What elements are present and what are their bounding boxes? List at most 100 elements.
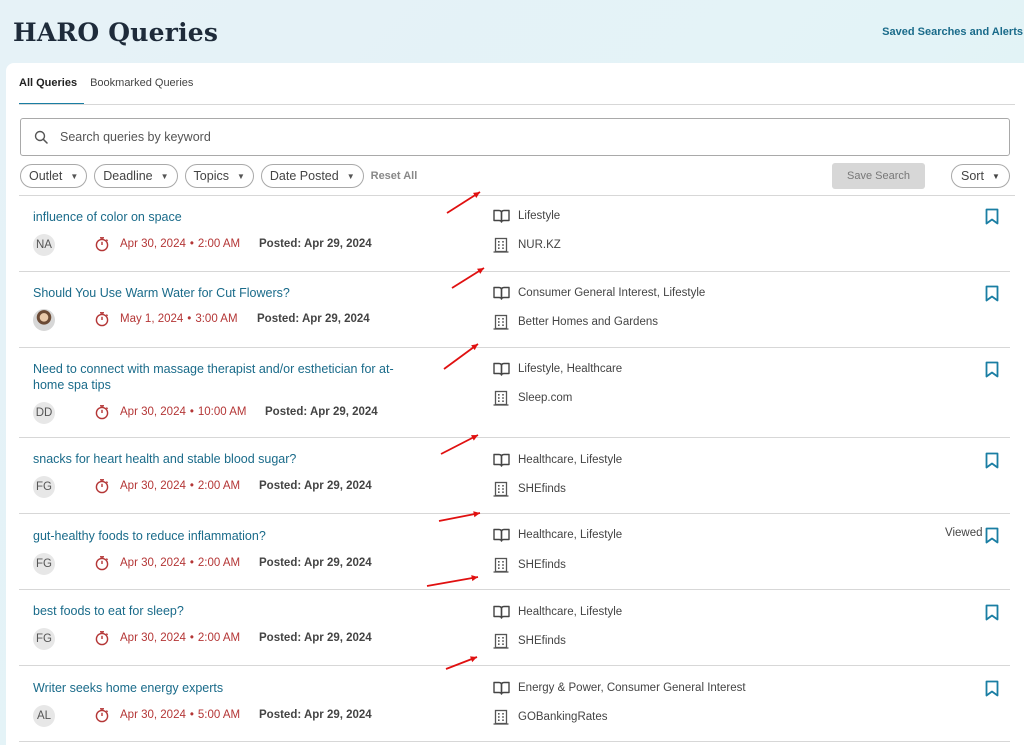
outlet-filter[interactable]: Outlet ▼ [20, 164, 88, 188]
posted-date: Posted: Apr 29, 2024 [265, 406, 378, 418]
annotation-arrow [419, 569, 486, 594]
chevron-down-icon: ▼ [160, 171, 169, 181]
posted-date: Posted: Apr 29, 2024 [259, 709, 372, 721]
query-outlet: GOBankingRates [518, 711, 608, 723]
deadline-text: May 1, 2024 • 3:00 AM [120, 313, 238, 325]
query-topics: Lifestyle, Healthcare [518, 363, 623, 375]
deadline-date: Apr 30, 2024 [120, 238, 186, 250]
query-row: influence of color on space NA Apr 30, 202… [19, 196, 1010, 272]
date-posted-filter-label: Date Posted [269, 169, 339, 183]
query-title-link[interactable]: gut-healthy foods to reduce inflammation… [33, 528, 413, 544]
filter-bar: Outlet ▼ Deadline ▼ Topics ▼ Date Posted ▼ R… [20, 164, 417, 188]
annotation-arrow [439, 184, 488, 221]
query-outlet: NUR.KZ [518, 239, 561, 251]
date-posted-filter[interactable]: Date Posted ▼ [260, 164, 364, 188]
deadline-date: Apr 30, 2024 [120, 406, 186, 418]
query-topics: Healthcare, Lifestyle [518, 606, 623, 618]
query-outlet: SHEfinds [518, 559, 566, 571]
outlet-filter-label: Outlet [29, 169, 63, 183]
chevron-down-icon: ▼ [70, 171, 79, 181]
query-row: best foods to eat for sleep? FG Apr 30, 20… [19, 590, 1010, 666]
building-icon [493, 481, 509, 497]
bookmark-icon[interactable] [985, 527, 999, 544]
bookmark-icon[interactable] [985, 604, 999, 621]
chevron-down-icon: ▼ [236, 171, 245, 181]
timer-icon [94, 630, 110, 646]
query-title-link[interactable]: snacks for heart health and stable blood… [33, 451, 413, 467]
timer-icon [94, 555, 110, 571]
bookmark-icon[interactable] [985, 680, 999, 697]
annotation-arrow [436, 336, 486, 377]
chevron-down-icon: ▼ [991, 171, 1000, 181]
bookmark-icon[interactable] [985, 361, 999, 378]
timer-icon [94, 707, 110, 723]
book-icon [493, 209, 510, 223]
book-icon [493, 453, 510, 467]
sort-dropdown[interactable]: Sort ▼ [951, 164, 1010, 188]
query-title-link[interactable]: Writer seeks home energy experts [33, 680, 413, 696]
separator-dot: • [189, 709, 194, 721]
query-outlet: Better Homes and Gardens [518, 316, 658, 328]
annotation-arrow [438, 649, 485, 677]
separator-dot: • [189, 480, 194, 492]
search-input[interactable] [60, 130, 960, 144]
timer-icon [94, 478, 110, 494]
bookmark-icon[interactable] [985, 285, 999, 302]
sort-label: Sort [961, 169, 984, 183]
building-icon [493, 557, 509, 573]
separator-dot: • [189, 406, 194, 418]
timer-icon [94, 404, 110, 420]
deadline-text: Apr 30, 2024 • 5:00 AM [120, 709, 240, 721]
viewed-label: Viewed [945, 527, 983, 539]
query-row: snacks for heart health and stable blood… [19, 438, 1010, 514]
query-topics: Energy & Power, Consumer General Interes… [518, 682, 746, 694]
timer-icon [94, 311, 110, 327]
saved-searches-link[interactable]: Saved Searches and Alerts [882, 26, 1023, 38]
deadline-date: Apr 30, 2024 [120, 480, 186, 492]
deadline-time: 2:00 AM [197, 557, 241, 569]
deadline-date: Apr 30, 2024 [120, 709, 186, 721]
separator-dot: • [189, 238, 194, 250]
deadline-text: Apr 30, 2024 • 2:00 AM [120, 557, 240, 569]
query-title-link[interactable]: Need to connect with massage therapist a… [33, 361, 413, 393]
topics-filter[interactable]: Topics ▼ [184, 164, 254, 188]
tab-all-queries[interactable]: All Queries [19, 76, 85, 105]
query-title-link[interactable]: Should You Use Warm Water for Cut Flower… [33, 285, 413, 301]
deadline-time: 2:00 AM [197, 632, 241, 644]
query-row: Need to connect with massage therapist a… [19, 348, 1010, 438]
query-outlet: Sleep.com [518, 392, 573, 404]
search-box[interactable] [20, 118, 1010, 156]
query-topics: Consumer General Interest, Lifestyle [518, 287, 706, 299]
annotation-arrow [444, 260, 492, 296]
avatar: NA [33, 234, 55, 256]
tabs-divider [19, 104, 1015, 105]
deadline-filter-label: Deadline [103, 169, 153, 183]
tab-bookmarked-queries[interactable]: Bookmarked Queries [90, 76, 200, 105]
query-topics: Lifestyle [518, 210, 561, 222]
page-title: HARO Queries [13, 18, 219, 47]
deadline-text: Apr 30, 2024 • 10:00 AM [120, 406, 246, 418]
deadline-text: Apr 30, 2024 • 2:00 AM [120, 632, 240, 644]
save-search-button[interactable]: Save Search [832, 163, 925, 189]
deadline-date: Apr 30, 2024 [120, 632, 186, 644]
deadline-filter[interactable]: Deadline ▼ [94, 164, 178, 188]
bookmark-icon[interactable] [985, 208, 999, 225]
query-row: Should You Use Warm Water for Cut Flower… [19, 272, 1010, 348]
query-outlet: SHEfinds [518, 483, 566, 495]
reset-all-button[interactable]: Reset All [371, 170, 418, 182]
book-icon [493, 362, 510, 376]
avatar: AL [33, 705, 55, 727]
query-title-link[interactable]: best foods to eat for sleep? [33, 603, 413, 619]
timer-icon [94, 236, 110, 252]
search-icon [34, 130, 48, 144]
deadline-text: Apr 30, 2024 • 2:00 AM [120, 238, 240, 250]
bookmark-icon[interactable] [985, 452, 999, 469]
tab-bar: All Queries Bookmarked Queries [19, 76, 200, 106]
queries-panel: All Queries Bookmarked Queries Outlet ▼ D… [6, 63, 1024, 745]
annotation-arrow [431, 505, 488, 529]
query-topics: Healthcare, Lifestyle [518, 454, 623, 466]
query-title-link[interactable]: influence of color on space [33, 209, 413, 225]
avatar: FG [33, 628, 55, 650]
query-outlet: SHEfinds [518, 635, 566, 647]
separator-dot: • [189, 632, 194, 644]
